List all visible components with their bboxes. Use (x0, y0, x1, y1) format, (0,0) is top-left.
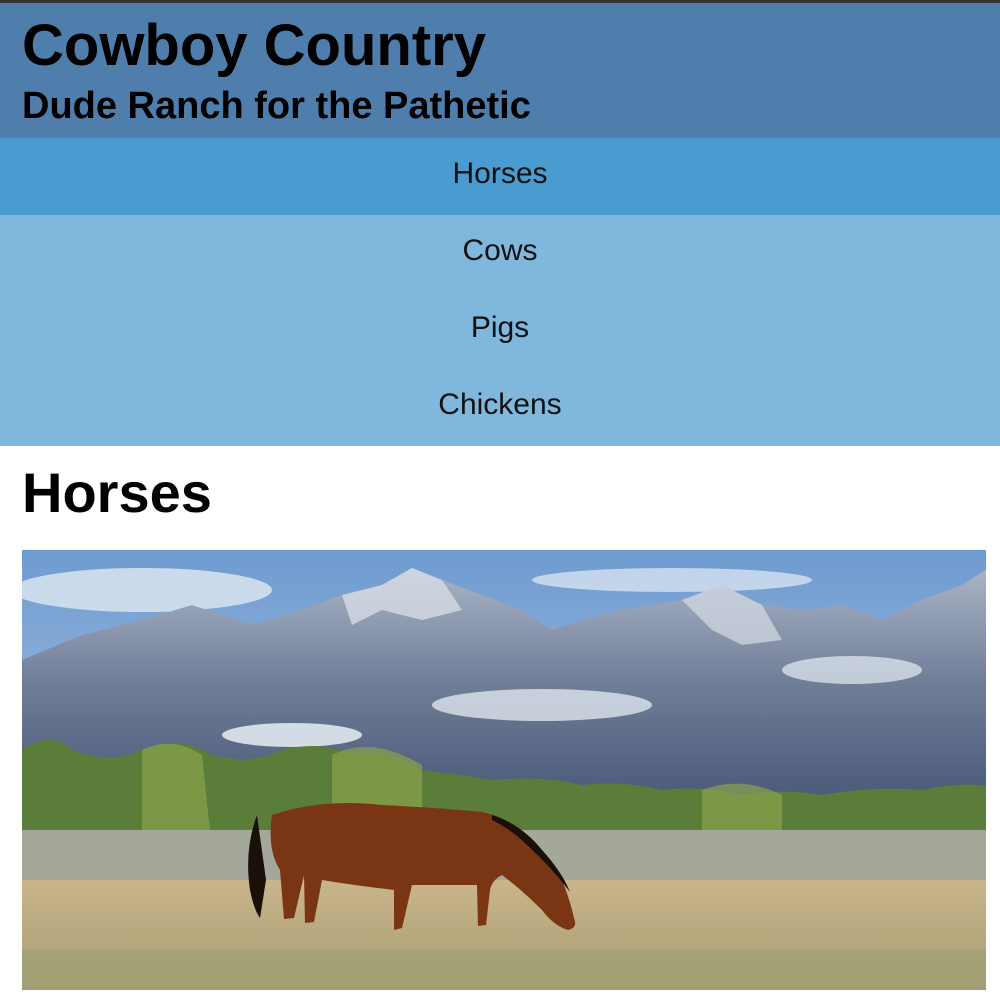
valley-mist (432, 689, 652, 721)
page: Cowboy Country Dude Ranch for the Pathet… (0, 0, 1000, 1000)
site-title: Cowboy Country (22, 13, 486, 78)
main-content: Horses (0, 460, 1000, 990)
nav-item-chickens[interactable]: Chickens (0, 369, 1000, 446)
page-heading: Horses (22, 461, 212, 524)
field-grass (22, 950, 986, 990)
cloud (22, 568, 272, 612)
site-header: Cowboy Country Dude Ranch for the Pathet… (0, 3, 1000, 138)
nav-item-cows[interactable]: Cows (0, 215, 1000, 292)
nav-item-pigs[interactable]: Pigs (0, 292, 1000, 369)
main-nav: Horses Cows Pigs Chickens (0, 138, 1000, 446)
cloud (532, 568, 812, 592)
nav-item-horses[interactable]: Horses (0, 138, 1000, 215)
horse-photo (22, 550, 986, 990)
valley-mist (222, 723, 362, 747)
valley-mist (782, 656, 922, 684)
site-tagline: Dude Ranch for the Pathetic (22, 85, 531, 127)
